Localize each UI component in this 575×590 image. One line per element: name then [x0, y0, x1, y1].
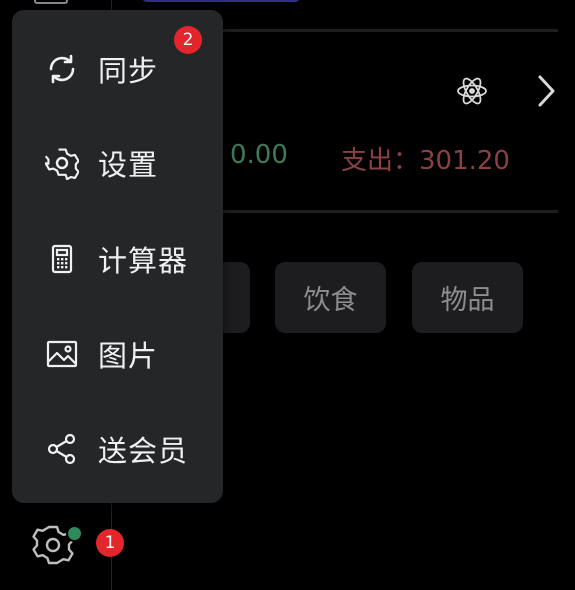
top-left-icon-edge [34, 0, 68, 4]
sync-icon [44, 51, 80, 87]
top-tab-pill[interactable] [140, 0, 302, 2]
category-chip-goods[interactable]: 物品 [412, 262, 523, 333]
menu-item-calculator[interactable]: 计算器 [12, 212, 223, 306]
menu-item-label: 设置 [98, 148, 159, 182]
income-value: 0.00 [230, 140, 288, 170]
image-icon [44, 336, 80, 372]
menu-item-gift-membership[interactable]: 送会员 [12, 402, 223, 496]
step-badge-menu: 2 [174, 26, 202, 54]
calculator-icon [44, 241, 80, 277]
menu-item-label: 计算器 [98, 244, 189, 278]
menu-item-settings[interactable]: 设置 [12, 116, 223, 210]
status-dot [66, 525, 83, 542]
atom-icon[interactable] [455, 74, 489, 108]
step-badge-settings: 1 [96, 529, 124, 557]
menu-item-label: 同步 [98, 54, 159, 88]
gear-icon [44, 145, 80, 181]
popup-menu: 同步 设置 计算器 图片 送会员 [12, 10, 223, 503]
share-icon [44, 431, 80, 467]
menu-item-label: 送会员 [98, 434, 189, 468]
menu-item-label: 图片 [98, 339, 159, 373]
expense-value: 支出：301.20 [341, 146, 510, 176]
menu-item-image[interactable]: 图片 [12, 307, 223, 401]
chevron-right-icon[interactable] [533, 73, 559, 109]
category-chip-food[interactable]: 饮食 [275, 262, 386, 333]
